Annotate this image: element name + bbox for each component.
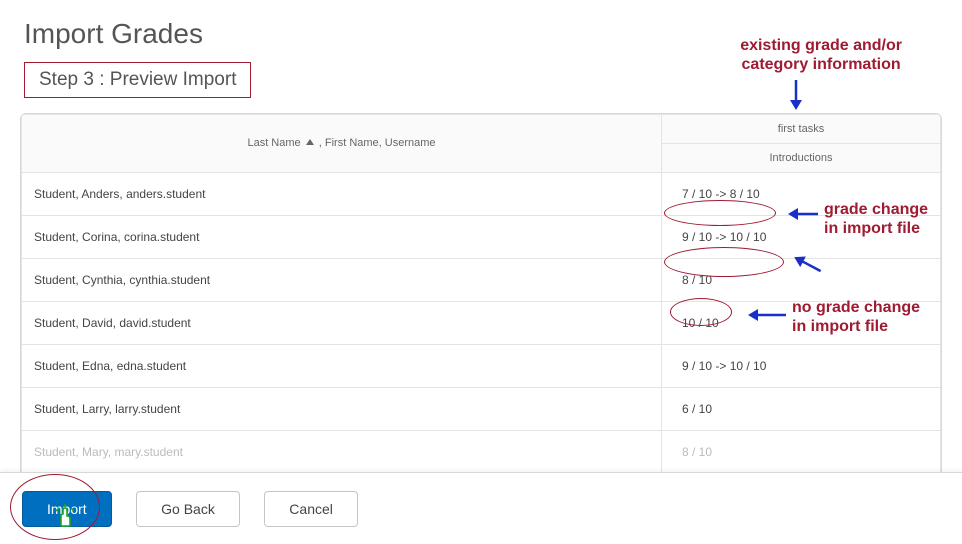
annotation-text: grade change (824, 201, 928, 218)
preview-table: Last Name , First Name, Username first t… (20, 113, 942, 475)
table-row: Student, Corina, corina.student 9 / 10 -… (22, 216, 941, 259)
table-row: Student, Edna, edna.student 9 / 10 -> 10… (22, 345, 941, 388)
annotation-text: category information (742, 56, 901, 73)
table-row: Student, Anders, anders.student 7 / 10 -… (22, 173, 941, 216)
table-row: Student, Mary, mary.student 8 / 10 (22, 431, 941, 474)
footer-toolbar: Import Go Back Cancel (0, 472, 962, 544)
student-name: Student, Mary, mary.student (22, 431, 662, 474)
table-row: Student, Larry, larry.student 6 / 10 (22, 388, 941, 431)
step-heading: Step 3 : Preview Import (24, 62, 251, 98)
student-name: Student, Edna, edna.student (22, 345, 662, 388)
student-name: Student, Corina, corina.student (22, 216, 662, 259)
annotation-text: existing grade and/or (740, 37, 902, 54)
student-name: Student, Larry, larry.student (22, 388, 662, 431)
arrow-down-icon (788, 80, 804, 116)
annotation-no-change: no grade change in import file (792, 298, 920, 336)
go-back-button[interactable]: Go Back (136, 491, 240, 527)
cancel-button[interactable]: Cancel (264, 491, 358, 527)
annotation-text: in import file (824, 220, 920, 237)
annotation-category-info: existing grade and/or category informati… (740, 36, 902, 74)
column-header-name[interactable]: Last Name , First Name, Username (22, 115, 662, 173)
grade-value: 8 / 10 (662, 259, 941, 302)
grade-value: 6 / 10 (662, 388, 941, 431)
student-name: Student, Anders, anders.student (22, 173, 662, 216)
header-text: , First Name, Username (319, 137, 436, 149)
annotation-text: no grade change (792, 299, 920, 316)
table-row: Student, Cynthia, cynthia.student 8 / 10 (22, 259, 941, 302)
column-header-category[interactable]: first tasks (662, 115, 941, 144)
annotation-text: in import file (792, 318, 888, 335)
column-header-item[interactable]: Introductions (662, 144, 941, 173)
header-text: Last Name (247, 137, 300, 149)
student-name: Student, David, david.student (22, 302, 662, 345)
grade-value: 9 / 10 -> 10 / 10 (662, 345, 941, 388)
import-button[interactable]: Import (22, 491, 112, 527)
student-name: Student, Cynthia, cynthia.student (22, 259, 662, 302)
sort-asc-icon[interactable] (306, 138, 314, 150)
annotation-grade-change: grade change in import file (824, 200, 928, 238)
grade-value: 8 / 10 (662, 431, 941, 474)
